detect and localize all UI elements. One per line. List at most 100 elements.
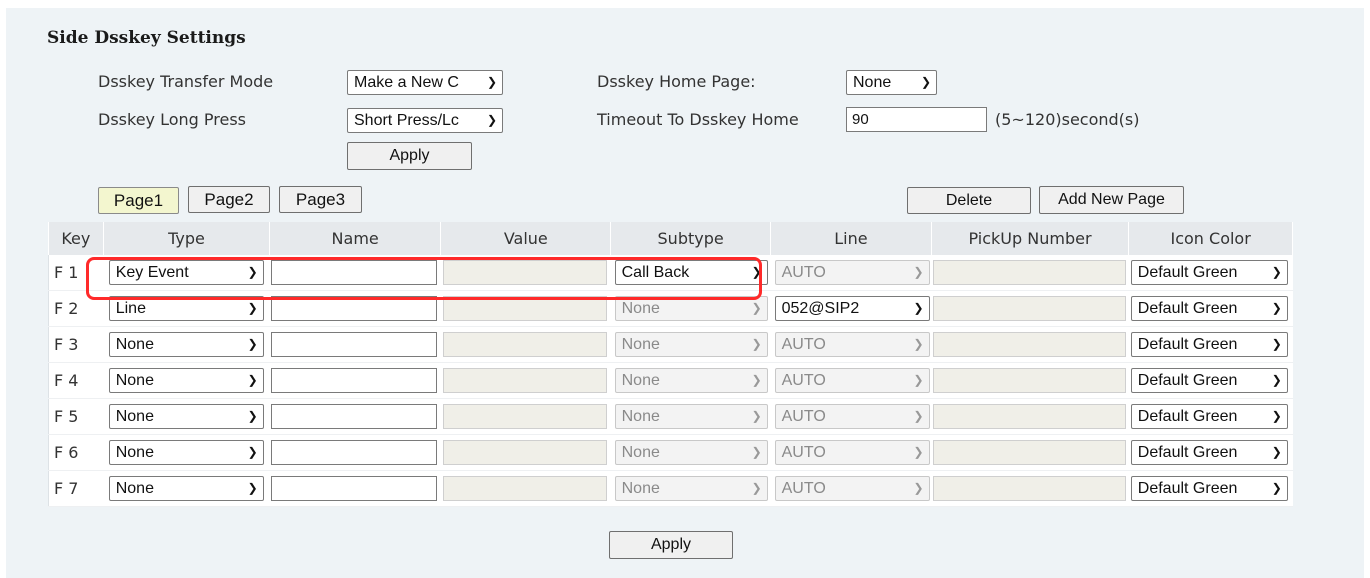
home-page-select[interactable]: None ❯ — [846, 70, 937, 95]
long-press-label: Dsskey Long Press — [98, 110, 246, 129]
chevron-down-icon: ❯ — [751, 445, 762, 459]
line-value: AUTO — [781, 264, 826, 281]
type-select[interactable]: Line ❯ — [108, 296, 264, 321]
type-select[interactable]: None ❯ — [108, 476, 264, 501]
transfer-mode-label: Dsskey Transfer Mode — [98, 72, 274, 91]
chevron-down-icon: ❯ — [1271, 445, 1282, 459]
icon-color-select[interactable]: Default Green ❯ — [1130, 260, 1288, 285]
icon-color-value: Default Green — [1137, 480, 1238, 497]
icon-color-select[interactable]: Default Green ❯ — [1130, 296, 1288, 321]
home-page-label: Dsskey Home Page: — [597, 72, 756, 91]
type-select[interactable]: None ❯ — [108, 368, 264, 393]
subtype-select[interactable]: Call Back ❯ — [614, 260, 768, 285]
chevron-down-icon: ❯ — [913, 481, 924, 495]
icon-color-value: Default Green — [1137, 444, 1238, 461]
chevron-down-icon: ❯ — [1271, 337, 1282, 351]
key-cell: F 5 — [47, 398, 104, 435]
icon-color-select[interactable]: Default Green ❯ — [1130, 476, 1288, 501]
type-value: None — [115, 408, 154, 425]
icon-color-value: Default Green — [1137, 336, 1238, 353]
line-value: AUTO — [781, 480, 826, 497]
type-value: None — [115, 372, 154, 389]
chevron-down-icon: ❯ — [1271, 481, 1282, 495]
timeout-unit: (5~120)second(s) — [995, 110, 1140, 129]
type-value: Line — [115, 300, 146, 317]
col-header-type: Type — [103, 222, 270, 255]
name-input[interactable] — [271, 440, 438, 465]
col-header-line: Line — [770, 222, 932, 255]
type-select[interactable]: None ❯ — [108, 332, 264, 357]
chevron-down-icon: ❯ — [913, 409, 924, 423]
subtype-value: None — [621, 480, 660, 497]
type-value: None — [115, 480, 154, 497]
icon-color-select[interactable]: Default Green ❯ — [1130, 368, 1288, 393]
key-cell: F 6 — [47, 434, 104, 471]
page3-button[interactable]: Page3 — [279, 186, 362, 213]
line-select[interactable]: 052@SIP2 ❯ — [774, 296, 930, 321]
key-cell: F 1 — [47, 255, 104, 291]
pickup-number-input — [933, 260, 1127, 285]
col-header-value: Value — [440, 222, 612, 255]
icon-color-select[interactable]: Default Green ❯ — [1130, 440, 1288, 465]
type-select[interactable]: None ❯ — [108, 440, 264, 465]
line-value: AUTO — [781, 336, 826, 353]
value-input — [442, 260, 607, 285]
subtype-select: None ❯ — [614, 440, 768, 465]
icon-color-select[interactable]: Default Green ❯ — [1130, 404, 1288, 429]
name-input[interactable] — [271, 476, 438, 501]
chevron-down-icon: ❯ — [751, 409, 762, 423]
name-input[interactable] — [271, 404, 438, 429]
line-value: AUTO — [781, 408, 826, 425]
col-header-icon-color: Icon Color — [1128, 222, 1293, 255]
chevron-down-icon: ❯ — [913, 373, 924, 387]
key-cell: F 3 — [47, 326, 104, 363]
key-cell: F 7 — [47, 470, 104, 507]
chevron-down-icon: ❯ — [1271, 373, 1282, 387]
subtype-select: None ❯ — [614, 368, 768, 393]
pickup-number-input — [933, 476, 1127, 501]
name-input[interactable] — [271, 260, 438, 285]
timeout-input[interactable]: 90 — [846, 107, 987, 132]
table-row: F 5 None ❯ None ❯ AUTO ❯ Default Green ❯ — [47, 398, 1293, 435]
type-value: Key Event — [115, 264, 189, 281]
type-select[interactable]: None ❯ — [108, 404, 264, 429]
chevron-down-icon: ❯ — [751, 481, 762, 495]
type-select[interactable]: Key Event ❯ — [108, 260, 264, 285]
timeout-label: Timeout To Dsskey Home — [597, 110, 799, 129]
col-header-pickup-number: PickUp Number — [931, 222, 1130, 255]
name-input[interactable] — [271, 296, 438, 321]
line-select: AUTO ❯ — [774, 476, 930, 501]
subtype-value: None — [621, 300, 660, 317]
page1-button[interactable]: Page1 — [98, 187, 179, 214]
line-value: AUTO — [781, 372, 826, 389]
section-title: Side Dsskey Settings — [47, 28, 246, 48]
name-input[interactable] — [271, 368, 438, 393]
subtype-select: None ❯ — [614, 332, 768, 357]
chevron-down-icon: ❯ — [1271, 265, 1282, 279]
chevron-down-icon: ❯ — [751, 373, 762, 387]
long-press-select[interactable]: Short Press/Lc ❯ — [347, 108, 503, 133]
apply-settings-button[interactable]: Apply — [347, 142, 472, 170]
icon-color-select[interactable]: Default Green ❯ — [1130, 332, 1288, 357]
long-press-value: Short Press/Lc — [354, 112, 459, 129]
pickup-number-input — [933, 296, 1127, 321]
subtype-select: None ❯ — [614, 296, 768, 321]
icon-color-value: Default Green — [1137, 300, 1238, 317]
chevron-down-icon: ❯ — [247, 481, 258, 495]
chevron-down-icon: ❯ — [751, 265, 762, 279]
chevron-down-icon: ❯ — [1271, 301, 1282, 315]
chevron-down-icon: ❯ — [913, 445, 924, 459]
chevron-down-icon: ❯ — [1271, 409, 1282, 423]
table-row: F 3 None ❯ None ❯ AUTO ❯ Default Green ❯ — [47, 326, 1293, 363]
delete-button[interactable]: Delete — [907, 187, 1031, 214]
value-input — [442, 404, 607, 429]
page2-button[interactable]: Page2 — [188, 186, 270, 213]
name-input[interactable] — [271, 332, 438, 357]
add-new-page-button[interactable]: Add New Page — [1039, 186, 1184, 214]
col-header-key: Key — [48, 222, 105, 255]
transfer-mode-select[interactable]: Make a New C ❯ — [347, 70, 503, 95]
home-page-value: None — [853, 74, 892, 91]
apply-bottom-button[interactable]: Apply — [609, 531, 733, 559]
subtype-select: None ❯ — [614, 476, 768, 501]
chevron-down-icon: ❯ — [247, 301, 258, 315]
